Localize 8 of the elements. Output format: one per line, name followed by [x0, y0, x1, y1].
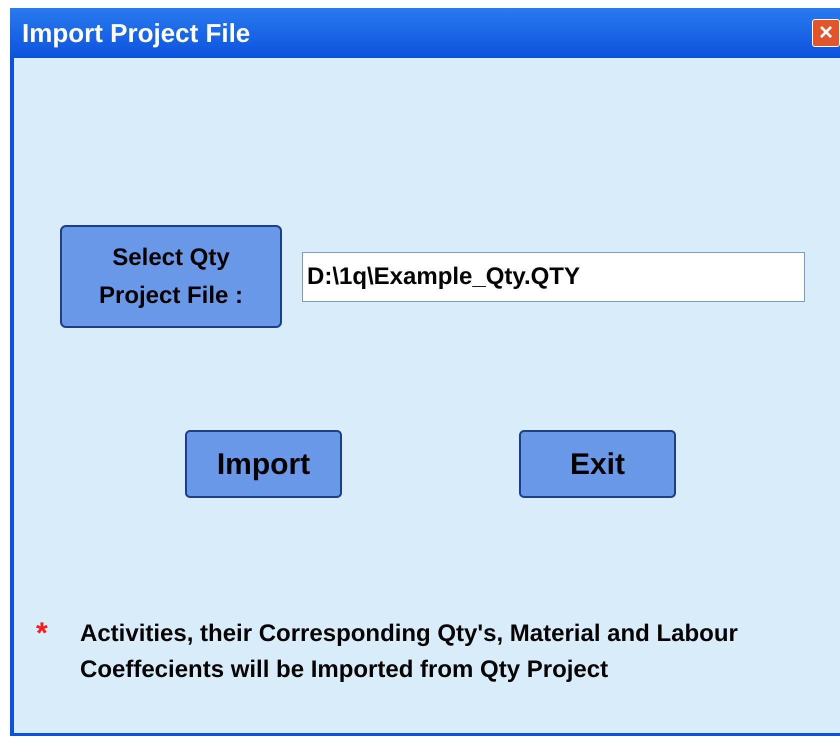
import-button[interactable]: Import: [185, 430, 342, 498]
select-file-button[interactable]: Select Qty Project File :: [60, 225, 282, 328]
close-button[interactable]: ×: [812, 19, 840, 47]
file-path-field[interactable]: D:\1q\Example_Qty.QTY: [302, 252, 805, 302]
import-note: Activities, their Corresponding Qty's, Material and Labour Coeffecients will be Imported from Qty Project: [80, 619, 739, 685]
window-title: Import Project File: [22, 16, 250, 50]
exit-button[interactable]: Exit: [519, 430, 676, 498]
required-mark: *: [36, 616, 49, 652]
